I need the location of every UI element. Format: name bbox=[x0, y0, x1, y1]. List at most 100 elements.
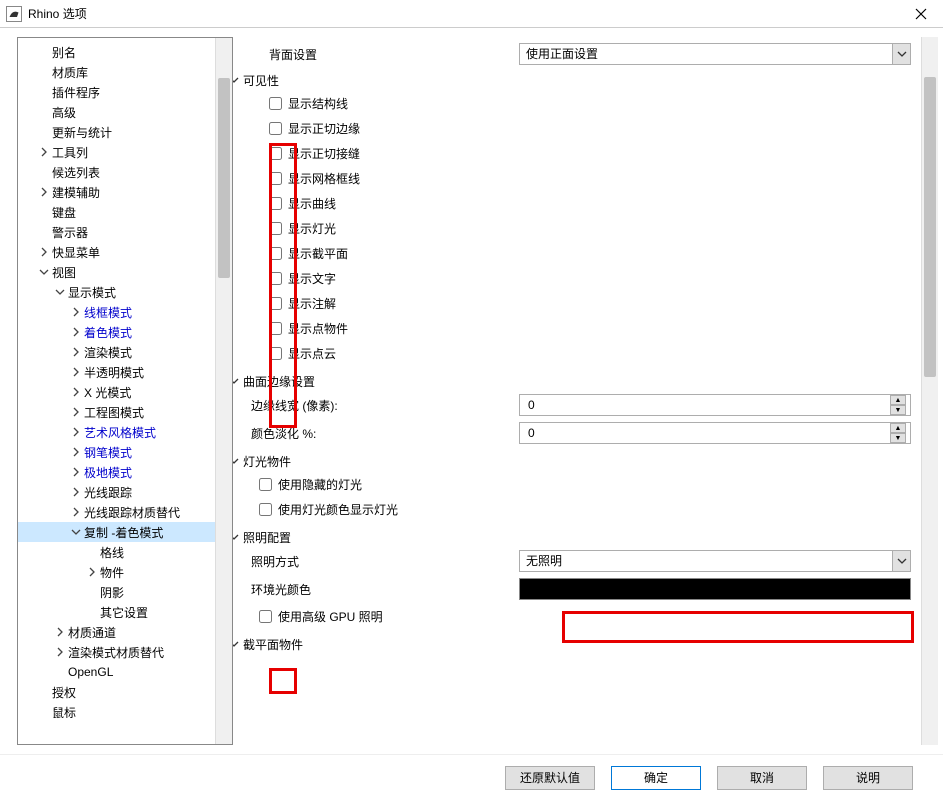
twisty-icon[interactable] bbox=[70, 367, 82, 377]
tree-item[interactable]: X 光模式 bbox=[18, 382, 232, 402]
tree-item[interactable]: 工具列 bbox=[18, 142, 232, 162]
tree-item-label: 显示模式 bbox=[66, 284, 116, 301]
section-lighting[interactable]: 照明配置 bbox=[233, 526, 911, 548]
color-fade-spinner[interactable]: ▲▼ bbox=[519, 422, 911, 444]
twisty-icon[interactable] bbox=[70, 447, 82, 457]
tree-item[interactable]: 物件 bbox=[18, 562, 232, 582]
visibility-checkbox[interactable]: 显示注解 bbox=[269, 291, 911, 316]
tree-item[interactable]: 极地模式 bbox=[18, 462, 232, 482]
twisty-icon[interactable] bbox=[70, 407, 82, 417]
tree-item[interactable]: 材质通道 bbox=[18, 622, 232, 642]
tree-item[interactable]: 光线跟踪材质替代 bbox=[18, 502, 232, 522]
checkbox-label: 显示注解 bbox=[288, 295, 336, 312]
twisty-icon[interactable] bbox=[70, 527, 82, 537]
section-light-obj[interactable]: 灯光物件 bbox=[233, 450, 911, 472]
tree-item[interactable]: 警示器 bbox=[18, 222, 232, 242]
tree-item[interactable]: 别名 bbox=[18, 42, 232, 62]
visibility-checkbox[interactable]: 显示正切边缘 bbox=[269, 116, 911, 141]
help-button[interactable]: 说明 bbox=[823, 766, 913, 790]
close-button[interactable] bbox=[899, 0, 943, 28]
twisty-icon[interactable] bbox=[70, 387, 82, 397]
tree-item[interactable]: 高级 bbox=[18, 102, 232, 122]
visibility-checkbox[interactable]: 显示截平面 bbox=[269, 241, 911, 266]
tree-scrollbar[interactable] bbox=[215, 38, 232, 744]
tree-item[interactable]: 着色模式 bbox=[18, 322, 232, 342]
tree-item[interactable]: 渲染模式材质替代 bbox=[18, 642, 232, 662]
visibility-checkbox[interactable]: 显示点云 bbox=[269, 341, 911, 366]
tree-item[interactable]: OpenGL bbox=[18, 662, 232, 682]
visibility-checkbox[interactable]: 显示网格框线 bbox=[269, 166, 911, 191]
twisty-icon[interactable] bbox=[70, 427, 82, 437]
use-hidden-lights-checkbox[interactable]: 使用隐藏的灯光 bbox=[259, 472, 911, 497]
tree-item[interactable]: 阴影 bbox=[18, 582, 232, 602]
twisty-icon[interactable] bbox=[38, 147, 50, 157]
tree-item[interactable]: 插件程序 bbox=[18, 82, 232, 102]
tree-item[interactable]: 光线跟踪 bbox=[18, 482, 232, 502]
tree-item-label: X 光模式 bbox=[82, 384, 131, 401]
twisty-icon[interactable] bbox=[70, 487, 82, 497]
restore-defaults-button[interactable]: 还原默认值 bbox=[505, 766, 595, 790]
tree-item-label: 线框模式 bbox=[82, 304, 132, 321]
tree-item[interactable]: 格线 bbox=[18, 542, 232, 562]
section-visibility[interactable]: 可见性 bbox=[233, 69, 911, 91]
tree-item[interactable]: 半透明模式 bbox=[18, 362, 232, 382]
tree-item-label: 建模辅助 bbox=[50, 184, 100, 201]
twisty-icon[interactable] bbox=[38, 187, 50, 197]
tree-item[interactable]: 显示模式 bbox=[18, 282, 232, 302]
tree-item[interactable]: 渲染模式 bbox=[18, 342, 232, 362]
twisty-icon[interactable] bbox=[54, 287, 66, 297]
chevron-down-icon bbox=[233, 532, 241, 542]
tree-item-label: 键盘 bbox=[50, 204, 76, 221]
tree-item-label: 更新与统计 bbox=[50, 124, 112, 141]
tree-item[interactable]: 材质库 bbox=[18, 62, 232, 82]
visibility-checkbox[interactable]: 显示点物件 bbox=[269, 316, 911, 341]
checkbox-label: 显示灯光 bbox=[288, 220, 336, 237]
twisty-icon[interactable] bbox=[54, 647, 66, 657]
lighting-method-combo[interactable]: 无照明 bbox=[519, 550, 911, 572]
tree-item[interactable]: 工程图模式 bbox=[18, 402, 232, 422]
tree-item[interactable]: 鼠标 bbox=[18, 702, 232, 722]
visibility-checkbox[interactable]: 显示曲线 bbox=[269, 191, 911, 216]
use-light-color-checkbox[interactable]: 使用灯光颜色显示灯光 bbox=[259, 497, 911, 522]
backface-combo[interactable]: 使用正面设置 bbox=[519, 43, 911, 65]
visibility-checkbox[interactable]: 显示正切接缝 bbox=[269, 141, 911, 166]
twisty-icon[interactable] bbox=[70, 307, 82, 317]
options-tree[interactable]: 别名材质库插件程序高级更新与统计工具列候选列表建模辅助键盘警示器快显菜单视图显示… bbox=[18, 38, 232, 726]
backface-label: 背面设置 bbox=[239, 46, 519, 63]
twisty-icon[interactable] bbox=[70, 467, 82, 477]
tree-item[interactable]: 更新与统计 bbox=[18, 122, 232, 142]
visibility-checkbox[interactable]: 显示结构线 bbox=[269, 91, 911, 116]
right-scrollbar[interactable] bbox=[921, 37, 938, 745]
twisty-icon[interactable] bbox=[38, 247, 50, 257]
visibility-checkbox[interactable]: 显示文字 bbox=[269, 266, 911, 291]
tree-item[interactable]: 钢笔模式 bbox=[18, 442, 232, 462]
twisty-icon[interactable] bbox=[38, 267, 50, 277]
ambient-color-label: 环境光颜色 bbox=[239, 581, 519, 598]
visibility-checkbox[interactable]: 显示灯光 bbox=[269, 216, 911, 241]
tree-item[interactable]: 授权 bbox=[18, 682, 232, 702]
tree-item[interactable]: 复制 -着色模式 bbox=[18, 522, 232, 542]
tree-item[interactable]: 候选列表 bbox=[18, 162, 232, 182]
ok-button[interactable]: 确定 bbox=[611, 766, 701, 790]
tree-item[interactable]: 艺术风格模式 bbox=[18, 422, 232, 442]
section-clip-plane[interactable]: 截平面物件 bbox=[233, 633, 911, 655]
checkbox-label: 显示正切接缝 bbox=[288, 145, 360, 162]
twisty-icon[interactable] bbox=[70, 327, 82, 337]
twisty-icon[interactable] bbox=[70, 507, 82, 517]
cancel-button[interactable]: 取消 bbox=[717, 766, 807, 790]
edge-width-spinner[interactable]: ▲▼ bbox=[519, 394, 911, 416]
section-surface-edge[interactable]: 曲面边缘设置 bbox=[233, 370, 911, 392]
tree-item[interactable]: 键盘 bbox=[18, 202, 232, 222]
tree-item-label: 光线跟踪材质替代 bbox=[82, 504, 180, 521]
tree-item[interactable]: 建模辅助 bbox=[18, 182, 232, 202]
tree-item[interactable]: 线框模式 bbox=[18, 302, 232, 322]
tree-item[interactable]: 视图 bbox=[18, 262, 232, 282]
ambient-color-swatch[interactable] bbox=[519, 578, 911, 600]
twisty-icon[interactable] bbox=[70, 347, 82, 357]
tree-item[interactable]: 其它设置 bbox=[18, 602, 232, 622]
tree-item[interactable]: 快显菜单 bbox=[18, 242, 232, 262]
advanced-gpu-lighting-checkbox[interactable]: 使用高级 GPU 照明 bbox=[259, 604, 911, 629]
twisty-icon[interactable] bbox=[54, 627, 66, 637]
tree-item-label: 快显菜单 bbox=[50, 244, 100, 261]
twisty-icon[interactable] bbox=[86, 567, 98, 577]
